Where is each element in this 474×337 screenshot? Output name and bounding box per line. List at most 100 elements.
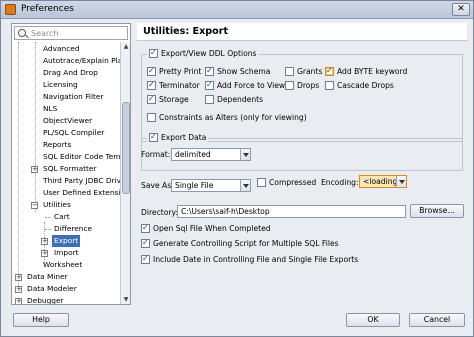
compressed-checkbox[interactable]: Compressed (257, 178, 316, 187)
pretty-print-checkbox[interactable]: Pretty Print (147, 66, 202, 76)
checkbox-icon (325, 66, 334, 76)
format-value: delimited (175, 150, 211, 159)
tree-item-user-defined-extensions[interactable]: User Defined Extensions (43, 187, 120, 199)
tree-item-export[interactable]: Export (52, 235, 81, 247)
tree-item-sql-formatter[interactable]: SQL Formatter (43, 163, 97, 175)
storage-checkbox[interactable]: Storage (147, 94, 189, 104)
checkbox-icon (205, 80, 214, 90)
cascade-drops-checkbox[interactable]: Cascade Drops (325, 81, 394, 90)
drops-checkbox[interactable]: Drops (285, 81, 319, 90)
expand-icon[interactable]: + (15, 274, 22, 281)
expand-icon[interactable]: + (31, 166, 38, 173)
tree-item-import[interactable]: Import (54, 247, 79, 259)
checkbox-icon (141, 238, 150, 248)
ok-button[interactable]: OK (346, 313, 400, 327)
tree-item-utilities[interactable]: Utilities (43, 199, 71, 211)
tree-item-debugger[interactable]: Debugger (27, 295, 64, 304)
pretty-print-label: Pretty Print (159, 67, 202, 76)
cancel-button[interactable]: Cancel (409, 313, 465, 327)
tree-guide (35, 42, 36, 212)
directory-label: Directory: (141, 208, 179, 217)
terminator-checkbox[interactable]: Terminator (147, 80, 200, 90)
search-icon (18, 29, 26, 37)
tree-item-autotrace[interactable]: Autotrace/Explain Plan (43, 55, 120, 67)
title-bar: Preferences ✕ (1, 1, 473, 19)
expand-icon[interactable]: + (15, 286, 22, 293)
checkbox-icon (147, 94, 156, 104)
tree-guide (18, 42, 19, 292)
directory-field[interactable]: C:\Users\saif-h\Desktop (177, 205, 406, 218)
generate-script-label: Generate Controlling Script for Multiple… (153, 239, 339, 248)
save-as-value: Single File (175, 181, 214, 190)
scroll-down-icon[interactable]: ▼ (121, 295, 131, 304)
show-schema-label: Show Schema (217, 67, 271, 76)
chevron-down-icon (396, 176, 406, 187)
format-select[interactable]: delimited (171, 148, 251, 161)
tree-item-plsql-compiler[interactable]: PL/SQL Compiler (43, 127, 104, 139)
chevron-down-icon (240, 149, 250, 160)
collapse-icon[interactable]: − (31, 202, 38, 209)
tree-item-data-miner[interactable]: Data Miner (27, 271, 68, 283)
window-title: Preferences (21, 4, 74, 14)
format-label: Format: (141, 150, 171, 159)
storage-label: Storage (159, 95, 189, 104)
export-data-checkbox[interactable]: Export Data (147, 132, 209, 142)
cascade-drops-label: Cascade Drops (337, 81, 394, 90)
expand-icon[interactable]: + (41, 250, 48, 257)
checkbox-icon (205, 66, 214, 76)
constraints-as-alters-label: Constraints as Alters (only for viewing) (159, 113, 307, 122)
tree-item-cart[interactable]: Cart (54, 211, 70, 223)
tree-item-drag-and-drop[interactable]: Drag And Drop (43, 67, 98, 79)
expand-icon[interactable]: + (41, 238, 48, 245)
app-icon (5, 4, 16, 15)
expand-icon[interactable]: + (15, 298, 22, 304)
tree-item-navigation-filter[interactable]: Navigation Filter (43, 91, 104, 103)
help-button[interactable]: Help (13, 313, 69, 327)
scroll-up-icon[interactable]: ▲ (121, 42, 131, 51)
generate-script-checkbox[interactable]: Generate Controlling Script for Multiple… (141, 238, 339, 248)
save-as-select[interactable]: Single File (171, 179, 251, 192)
search-input[interactable]: Search (14, 26, 128, 40)
tree-item-reports[interactable]: Reports (43, 139, 71, 151)
browse-button[interactable]: Browse... (410, 204, 464, 218)
tree-item-licensing[interactable]: Licensing (43, 79, 78, 91)
scroll-thumb[interactable] (122, 102, 130, 194)
open-sql-file-checkbox[interactable]: Open Sql File When Completed (141, 223, 271, 233)
add-byte-keyword-checkbox[interactable]: Add BYTE keyword (325, 66, 408, 76)
preferences-window: Preferences ✕ Search Advanced Autotrace/… (0, 0, 474, 337)
include-date-label: Include Date in Controlling File and Sin… (153, 255, 359, 264)
panel-title: Utilities: Export (143, 26, 229, 37)
checkbox-icon (149, 48, 158, 58)
tree-item-data-modeler[interactable]: Data Modeler (27, 283, 77, 295)
tree-item-advanced[interactable]: Advanced (43, 43, 80, 55)
preferences-tree: Advanced Autotrace/Explain Plan Drag And… (12, 42, 120, 304)
add-force-to-views-checkbox[interactable]: Add Force to Views (205, 80, 289, 90)
tree-item-difference[interactable]: Difference (54, 223, 92, 235)
preferences-tree-panel: Search Advanced Autotrace/Explain Plan D… (11, 23, 131, 305)
constraints-as-alters-checkbox[interactable]: Constraints as Alters (only for viewing) (147, 113, 307, 122)
compressed-label: Compressed (269, 178, 317, 187)
checkbox-icon (285, 67, 294, 76)
tree-item-objectviewer[interactable]: ObjectViewer (43, 115, 92, 127)
export-view-ddl-checkbox[interactable]: Export/View DDL Options (147, 48, 259, 58)
grants-checkbox[interactable]: Grants (285, 67, 322, 76)
include-date-checkbox[interactable]: Include Date in Controlling File and Sin… (141, 254, 359, 264)
tree-item-sql-editor-templates[interactable]: SQL Editor Code Templates (43, 151, 120, 163)
add-byte-keyword-label: Add BYTE keyword (337, 67, 408, 76)
checkbox-icon (205, 95, 214, 104)
show-schema-checkbox[interactable]: Show Schema (205, 66, 271, 76)
export-view-ddl-label: Export/View DDL Options (161, 49, 257, 58)
save-as-label: Save As (141, 181, 172, 190)
close-button[interactable]: ✕ (452, 3, 470, 16)
tree-item-third-party-jdbc[interactable]: Third Party JDBC Drivers (43, 175, 120, 187)
dependents-checkbox[interactable]: Dependents (205, 95, 263, 104)
encoding-select[interactable]: <loading> (359, 175, 407, 188)
grants-label: Grants (297, 67, 323, 76)
settings-panel: Utilities: Export Export/View DDL Option… (137, 23, 467, 305)
checkbox-icon (285, 81, 294, 90)
tree-item-worksheet[interactable]: Worksheet (43, 259, 82, 271)
tree-item-nls[interactable]: NLS (43, 103, 57, 115)
tree-scrollbar[interactable]: ▲ ▼ (120, 42, 130, 304)
drops-label: Drops (297, 81, 320, 90)
chevron-down-icon (240, 180, 250, 191)
